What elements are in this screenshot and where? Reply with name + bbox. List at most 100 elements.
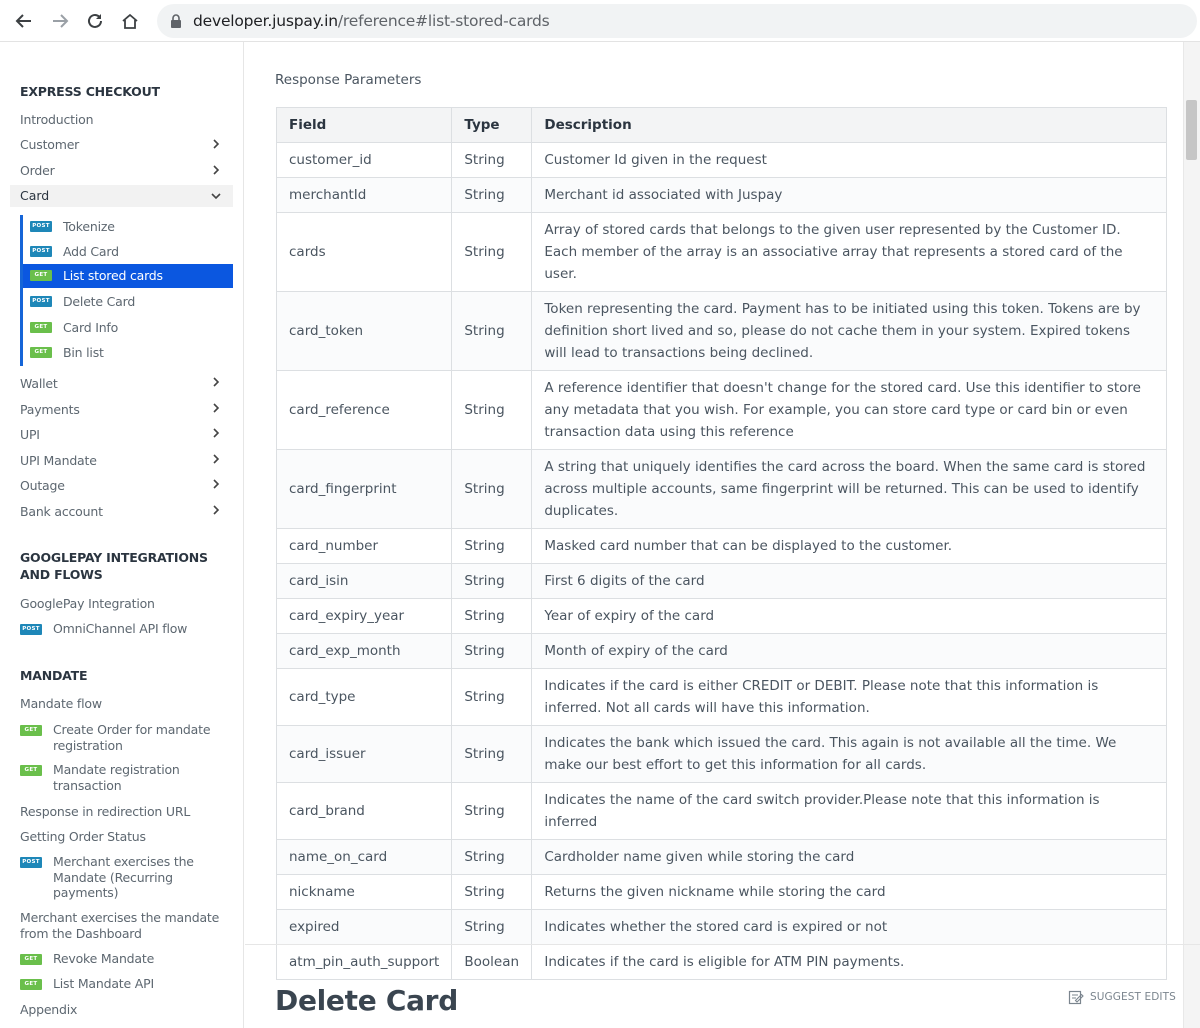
post-method-badge: POST — [20, 857, 42, 868]
chevron-right-icon[interactable] — [211, 428, 221, 438]
sidebar-item-response-redirection[interactable]: Response in redirection URL — [20, 804, 190, 820]
sidebar-item-label: Delete Card — [63, 294, 136, 309]
cell-field: card_exp_month — [275, 633, 453, 669]
sidebar-item-mandate-registration[interactable]: GET Mandate registration transaction — [20, 762, 235, 794]
sidebar-item-label: OmniChannel API flow — [53, 621, 188, 636]
chevron-right-icon[interactable] — [211, 479, 221, 489]
sidebar-item-revoke-mandate[interactable]: GET Revoke Mandate — [20, 951, 235, 969]
table-row: card_type String Indicates if the card is … — [275, 668, 1167, 726]
sidebar-item-customer[interactable]: Customer — [20, 137, 79, 153]
cell-description: A reference identifier that doesn't chan… — [531, 370, 1167, 450]
sidebar-item-label: Revoke Mandate — [53, 951, 155, 966]
chevron-right-icon[interactable] — [211, 505, 221, 515]
table-row: merchantId String Merchant id associated w… — [275, 177, 1167, 213]
sidebar-item-googlepay-integration[interactable]: GooglePay Integration — [20, 596, 155, 612]
url-text: developer.juspay.in/reference#list-store… — [193, 12, 550, 30]
section-title-mandate: MANDATE — [20, 668, 88, 683]
sidebar-item-upi-mandate[interactable]: UPI Mandate — [20, 453, 97, 469]
chevron-right-icon[interactable] — [211, 454, 221, 464]
post-method-badge: POST — [30, 221, 52, 232]
chevron-right-icon[interactable] — [211, 377, 221, 387]
chevron-down-icon[interactable] — [211, 191, 221, 201]
cell-type: String — [451, 212, 533, 292]
sidebar-item-mandate-flow[interactable]: Mandate flow — [20, 696, 102, 712]
home-icon — [122, 13, 138, 29]
cell-description: Month of expiry of the card — [531, 633, 1167, 669]
sidebar-item-card-info[interactable]: GET Card Info — [23, 316, 233, 340]
cell-field: card_number — [275, 528, 453, 564]
suggest-edits-label: SUGGEST EDITS — [1090, 991, 1176, 1003]
chevron-right-icon[interactable] — [211, 139, 221, 149]
cell-type: String — [451, 370, 533, 450]
sidebar-item-list-stored-cards[interactable]: GET List stored cards — [23, 264, 233, 288]
lock-icon — [171, 14, 181, 28]
table-row: expired String Indicates whether the store… — [275, 909, 1167, 945]
sidebar-item-payments[interactable]: Payments — [20, 402, 80, 418]
sidebar-item-label: Merchant exercises the Mandate (Recurrin… — [53, 854, 194, 900]
section-title-googlepay: GOOGLEPAY INTEGRATIONS AND FLOWS — [20, 550, 208, 582]
cell-field: name_on_card — [275, 839, 453, 875]
cell-type: String — [451, 909, 533, 945]
cell-type: String — [451, 177, 533, 213]
sidebar-item-label: Bin list — [63, 345, 104, 360]
sidebar-item-card[interactable]: Card — [10, 185, 233, 207]
cell-description: A string that uniquely identifies the ca… — [531, 449, 1167, 529]
cell-field: customer_id — [275, 142, 453, 178]
cell-description: Indicates if the card is eligible for AT… — [531, 944, 1167, 980]
suggest-edits-button[interactable]: SUGGEST EDITS — [1068, 989, 1176, 1005]
cell-description: First 6 digits of the card — [531, 563, 1167, 599]
cell-type: String — [451, 449, 533, 529]
cell-description: Array of stored cards that belongs to th… — [531, 212, 1167, 292]
cell-type: String — [451, 142, 533, 178]
sidebar-item-upi[interactable]: UPI — [20, 427, 40, 443]
table-row: card_exp_month String Month of expiry of t… — [275, 633, 1167, 669]
sidebar-item-outage[interactable]: Outage — [20, 478, 65, 494]
arrow-right-icon — [53, 14, 69, 28]
sidebar-item-bank-account[interactable]: Bank account — [20, 504, 103, 520]
sidebar-item-delete-card[interactable]: POST Delete Card — [23, 290, 233, 314]
sidebar-item-label: Tokenize — [63, 219, 115, 234]
chevron-right-icon[interactable] — [211, 165, 221, 175]
cell-type: Boolean — [451, 944, 533, 980]
cell-field: card_token — [275, 291, 453, 371]
column-header-description: Description — [531, 107, 1167, 143]
sidebar-item-add-card[interactable]: POST Add Card — [23, 240, 233, 264]
sidebar-item-list-mandate-api[interactable]: GET List Mandate API — [20, 976, 235, 994]
sidebar-item-getting-order-status[interactable]: Getting Order Status — [20, 829, 146, 845]
table-row: card_brand String Indicates the name of th… — [275, 782, 1167, 840]
scrollbar[interactable] — [1183, 42, 1200, 1028]
table-row: card_expiry_year String Year of expiry of … — [275, 598, 1167, 634]
cell-type: String — [451, 563, 533, 599]
table-row: nickname String Returns the given nickname… — [275, 874, 1167, 910]
sidebar-item-create-order-mandate[interactable]: GET Create Order for mandate registratio… — [20, 722, 235, 754]
address-bar[interactable]: developer.juspay.in/reference#list-store… — [157, 4, 1197, 38]
sidebar-item-appendix[interactable]: Appendix — [20, 1002, 77, 1018]
back-button[interactable] — [6, 3, 42, 39]
cell-field: card_isin — [275, 563, 453, 599]
scrollbar-thumb[interactable] — [1186, 100, 1197, 160]
sidebar-item-omnichannel-api-flow[interactable]: POST OmniChannel API flow — [20, 621, 235, 639]
chevron-right-icon[interactable] — [211, 403, 221, 413]
forward-button[interactable] — [42, 3, 78, 39]
sidebar-item-label: Card — [20, 188, 50, 203]
table-header-row: Field Type Description — [275, 107, 1167, 143]
delete-card-heading: Delete Card — [275, 984, 458, 1017]
cell-field: atm_pin_auth_support — [275, 944, 453, 980]
get-method-badge: GET — [20, 954, 42, 965]
reload-button[interactable] — [77, 3, 113, 39]
sidebar-item-wallet[interactable]: Wallet — [20, 376, 58, 392]
sidebar-item-introduction[interactable]: Introduction — [20, 112, 93, 128]
sidebar-item-bin-list[interactable]: GET Bin list — [23, 341, 233, 365]
get-method-badge: GET — [20, 765, 42, 776]
sidebar-item-merchant-exercises-mandate[interactable]: POST Merchant exercises the Mandate (Rec… — [20, 854, 235, 902]
sidebar-item-tokenize[interactable]: POST Tokenize — [23, 215, 233, 239]
cell-field: card_type — [275, 668, 453, 726]
cell-field: card_fingerprint — [275, 449, 453, 529]
home-button[interactable] — [112, 3, 148, 39]
sidebar-item-merchant-mandate-dashboard[interactable]: Merchant exercises the mandate from the … — [20, 910, 220, 942]
cell-description: Customer Id given in the request — [531, 142, 1167, 178]
table-body: customer_id String Customer Id given in th… — [275, 142, 1167, 980]
column-header-type: Type — [451, 107, 533, 143]
sidebar-item-order[interactable]: Order — [20, 163, 55, 179]
cell-type: String — [451, 668, 533, 726]
